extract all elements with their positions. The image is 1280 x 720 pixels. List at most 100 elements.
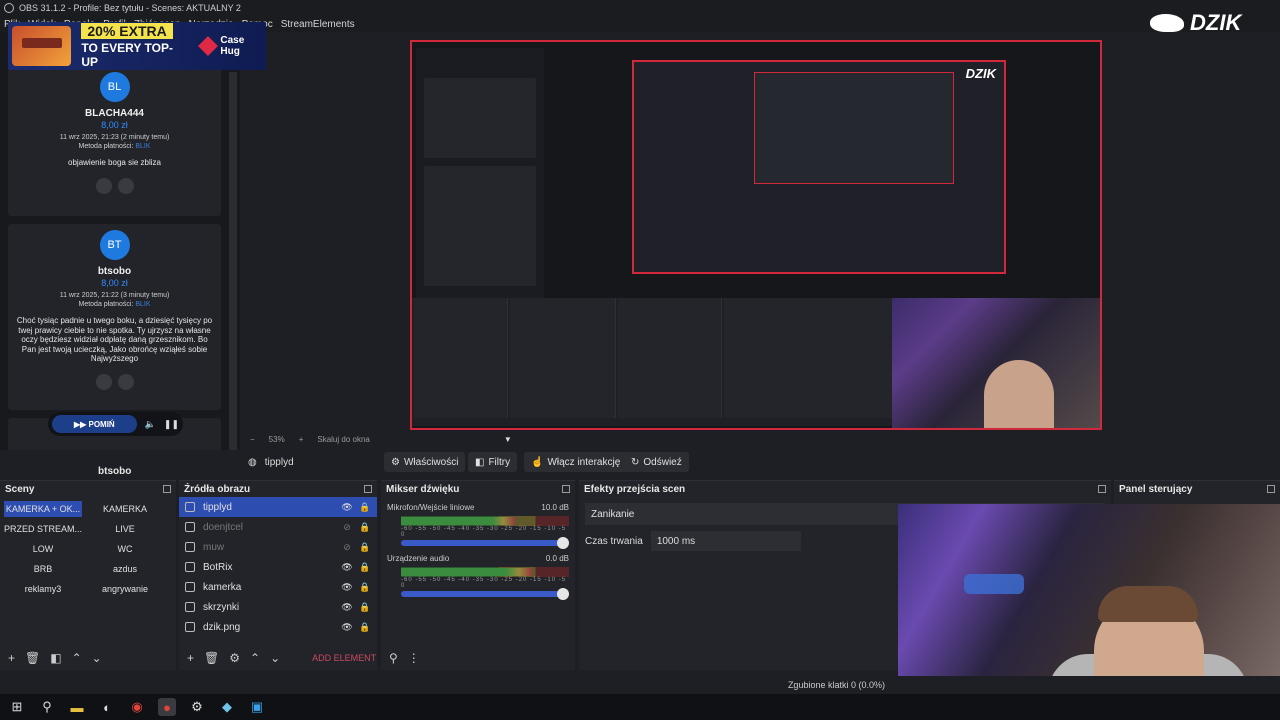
program-preview[interactable]: DZIK xyxy=(410,40,1102,430)
source-item[interactable]: tipplyd 👁 🔒 xyxy=(179,497,377,517)
obs-taskbar-icon[interactable]: ● xyxy=(158,698,176,716)
move-down-icon[interactable]: ⌄ xyxy=(270,651,280,665)
refresh-label: Odświeź xyxy=(643,456,682,468)
eye-icon[interactable]: 👁 xyxy=(341,622,353,633)
add-icon[interactable]: + xyxy=(187,651,194,665)
title-bar: OBS 31.1.2 - Profile: Bez tytułu - Scene… xyxy=(0,0,1280,16)
interact-button[interactable]: ☝ Włącz interakcję xyxy=(524,452,628,472)
filters-button[interactable]: ◧ Filtry xyxy=(468,452,518,472)
ad-banner[interactable]: 20% EXTRA TO EVERY TOP-UP Case Hug xyxy=(8,22,266,70)
chrome-icon[interactable]: ◉ xyxy=(128,698,146,716)
scene-item[interactable]: WC xyxy=(86,541,164,557)
filter-icon: ◧ xyxy=(475,456,485,468)
lock-icon[interactable]: 🔒 xyxy=(359,582,371,593)
slider-knob[interactable] xyxy=(557,537,569,549)
chevron-down-icon[interactable]: ▼ xyxy=(504,435,512,444)
undock-icon[interactable] xyxy=(562,485,570,493)
app-icon[interactable]: ▣ xyxy=(248,698,266,716)
pause-icon[interactable]: ❚❚ xyxy=(164,419,179,430)
eye-icon[interactable]: 👁 xyxy=(341,602,353,613)
zoom-in-icon[interactable]: + xyxy=(299,435,304,444)
replay-icon[interactable] xyxy=(95,373,112,390)
trash-icon[interactable]: 🗑 xyxy=(25,651,40,665)
donation-message: Choć tysiąc padnie u twego boku, a dzies… xyxy=(16,316,213,364)
slider-knob[interactable] xyxy=(557,588,569,600)
menu-streamelements[interactable]: StreamElements xyxy=(281,19,355,30)
scene-item[interactable]: KAMERKA + OK... xyxy=(4,501,82,517)
skip-label: POMIŃ xyxy=(88,419,115,429)
payment-method-value: BLIK xyxy=(135,143,151,150)
scene-item[interactable]: PRZED STREAM... xyxy=(4,521,82,537)
track-header: Urządzenie audio 0.0 dB xyxy=(387,554,569,563)
add-element-button[interactable]: ADD ELEMENT xyxy=(312,653,376,663)
eye-hidden-icon[interactable]: ⊘ xyxy=(341,542,353,553)
zoom-mode[interactable]: Skaluj do okna xyxy=(317,435,369,444)
payment-method-label: Metoda płatności: xyxy=(78,143,134,150)
zoom-out-icon[interactable]: − xyxy=(250,435,255,444)
app-icon[interactable]: ◐ xyxy=(98,698,116,716)
scene-item[interactable]: azdus xyxy=(86,561,164,577)
undock-icon[interactable] xyxy=(163,485,171,493)
link-icon[interactable]: ⚲ xyxy=(389,651,398,665)
move-up-icon[interactable]: ⌃ xyxy=(250,651,260,665)
delete-icon[interactable] xyxy=(117,373,134,390)
source-item[interactable]: dzik.png 👁 🔒 xyxy=(179,617,377,637)
undock-icon[interactable] xyxy=(1267,485,1275,493)
source-item[interactable]: skrzynki 👁 🔒 xyxy=(179,597,377,617)
scene-item[interactable]: angrywanie xyxy=(86,581,164,597)
nested-card xyxy=(424,78,536,158)
eye-icon[interactable]: 👁 xyxy=(341,502,353,513)
donation-date: 11 wrz 2025, 21:22 (3 minuty temu) xyxy=(59,292,170,299)
volume-icon[interactable]: 🔈 xyxy=(145,419,156,430)
lock-icon[interactable]: 🔒 xyxy=(359,602,371,613)
duration-input[interactable]: 1000 ms xyxy=(650,531,801,551)
scene-item[interactable]: LOW xyxy=(4,541,82,557)
eye-hidden-icon[interactable]: ⊘ xyxy=(341,522,353,533)
file-explorer-icon[interactable]: ▬ xyxy=(68,698,86,716)
replay-icon[interactable] xyxy=(95,177,112,194)
trash-icon[interactable]: 🗑 xyxy=(204,651,219,665)
pointer-icon: ☝ xyxy=(531,456,544,468)
source-item[interactable]: muw ⊘ 🔒 xyxy=(179,537,377,557)
scene-item[interactable]: BRB xyxy=(4,561,82,577)
nested-webcam xyxy=(892,298,1100,428)
scene-item[interactable]: LIVE xyxy=(86,521,164,537)
filter-icon[interactable]: ◧ xyxy=(50,651,61,665)
move-down-icon[interactable]: ⌄ xyxy=(92,651,102,665)
more-icon[interactable]: ⋮ xyxy=(408,651,420,665)
volume-slider[interactable] xyxy=(401,588,569,600)
donation-amount: 8,00 zł xyxy=(101,120,128,130)
app-icon[interactable]: ◆ xyxy=(218,698,236,716)
add-icon[interactable]: + xyxy=(8,651,15,665)
properties-button[interactable]: ⚙ Właściwości xyxy=(384,452,466,472)
lock-icon[interactable]: 🔒 xyxy=(359,562,371,573)
volume-slider[interactable] xyxy=(401,537,569,549)
skip-button[interactable]: ▶▶ POMIŃ xyxy=(52,415,137,433)
windows-start-icon[interactable]: ⊞ xyxy=(8,698,26,716)
scene-item[interactable]: reklamy3 xyxy=(4,581,82,597)
nested-obs: DZIK xyxy=(632,60,1006,274)
lock-icon[interactable]: 🔒 xyxy=(359,522,371,533)
selected-source-name: tipplyd xyxy=(264,456,294,468)
refresh-button[interactable]: ↻ Odświeź xyxy=(624,452,689,472)
card-actions xyxy=(16,373,213,390)
undock-icon[interactable] xyxy=(364,485,372,493)
move-up-icon[interactable]: ⌃ xyxy=(72,651,82,665)
source-item[interactable]: BotRix 👁 🔒 xyxy=(179,557,377,577)
source-item[interactable]: kamerka 👁 🔒 xyxy=(179,577,377,597)
lock-icon[interactable]: 🔒 xyxy=(359,502,371,513)
settings-icon[interactable]: ⚙ xyxy=(188,698,206,716)
eye-icon[interactable]: 👁 xyxy=(341,582,353,593)
donations-scrollbar[interactable] xyxy=(229,72,237,450)
mixer-track: Mikrofon/Wejście liniowe 10.0 dB -60 -55 … xyxy=(381,497,575,549)
volume-meter xyxy=(401,567,569,577)
source-item[interactable]: doenjtcel ⊘ 🔒 xyxy=(179,517,377,537)
lock-icon[interactable]: 🔒 xyxy=(359,622,371,633)
gear-icon[interactable]: ⚙ xyxy=(229,651,240,665)
search-icon[interactable]: ⚲ xyxy=(38,698,56,716)
lock-icon[interactable]: 🔒 xyxy=(359,542,371,553)
delete-icon[interactable] xyxy=(117,177,134,194)
scene-item[interactable]: KAMERKA xyxy=(86,501,164,517)
undock-icon[interactable] xyxy=(1098,485,1106,493)
eye-icon[interactable]: 👁 xyxy=(341,562,353,573)
